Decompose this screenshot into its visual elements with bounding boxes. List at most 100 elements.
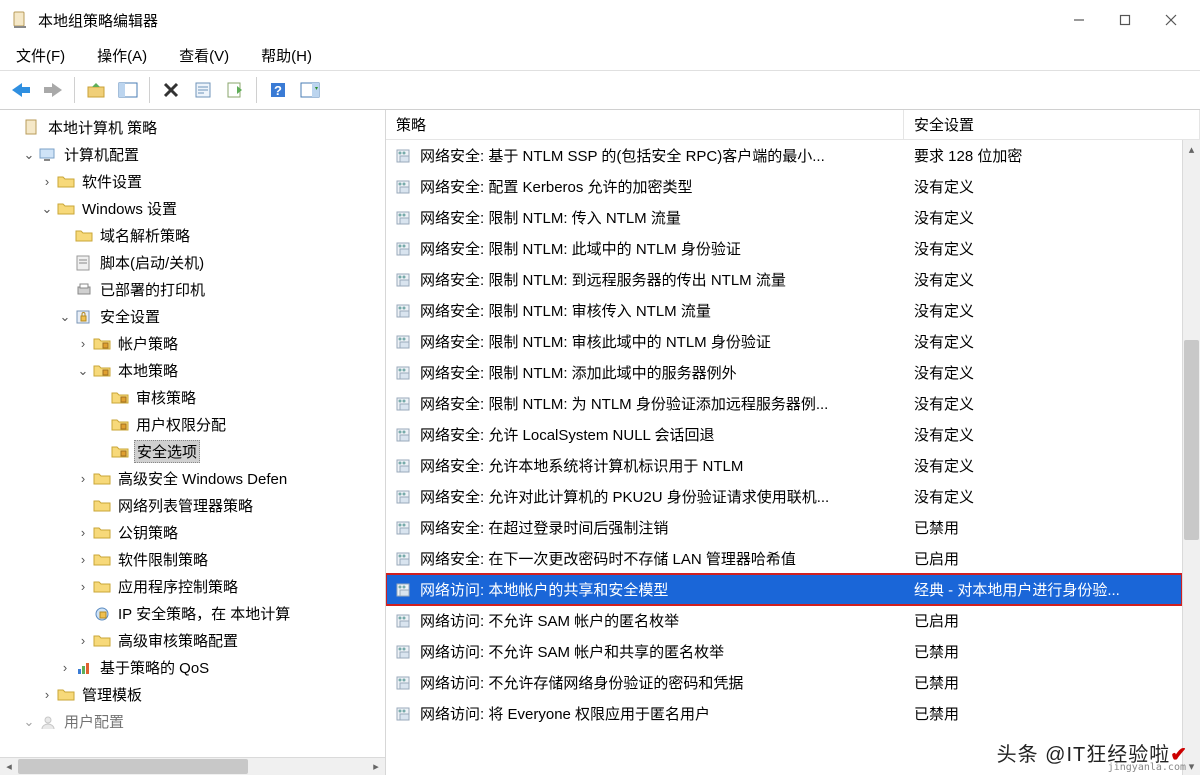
tree-admin-templates[interactable]: › 管理模板 (4, 681, 385, 708)
watermark-url: jingyanla.com (1108, 762, 1186, 773)
tree-local-policy[interactable]: ⌄ 本地策略 (4, 357, 385, 384)
column-policy[interactable]: 策略 (386, 110, 904, 139)
tree-advanced-audit[interactable]: › 高级审核策略配置 (4, 627, 385, 654)
policy-row[interactable]: 网络安全: 限制 NTLM: 到远程服务器的传出 NTLM 流量没有定义 (386, 264, 1182, 295)
policy-row[interactable]: 网络安全: 限制 NTLM: 为 NTLM 身份验证添加远程服务器例...没有定… (386, 388, 1182, 419)
policy-icon (392, 148, 416, 164)
policy-row[interactable]: 网络安全: 允许 LocalSystem NULL 会话回退没有定义 (386, 419, 1182, 450)
tree-root[interactable]: ▾ 本地计算机 策略 (4, 114, 385, 141)
back-button[interactable] (6, 75, 36, 105)
policy-row[interactable]: 网络安全: 限制 NTLM: 传入 NTLM 流量没有定义 (386, 202, 1182, 233)
security-icon (74, 307, 94, 327)
tree-software-settings[interactable]: › 软件设置 (4, 168, 385, 195)
tree-windows-settings[interactable]: ⌄ Windows 设置 (4, 195, 385, 222)
policy-row[interactable]: 网络安全: 允许对此计算机的 PKU2U 身份验证请求使用联机...没有定义 (386, 481, 1182, 512)
titlebar: 本地组策略编辑器 (0, 0, 1200, 40)
folder-icon (56, 685, 76, 705)
policy-row[interactable]: 网络安全: 在下一次更改密码时不存储 LAN 管理器哈希值已启用 (386, 543, 1182, 574)
policy-name: 网络安全: 配置 Kerberos 允许的加密类型 (416, 176, 904, 197)
policy-row[interactable]: 网络访问: 不允许存储网络身份验证的密码和凭据已禁用 (386, 667, 1182, 698)
scroll-thumb[interactable] (18, 759, 248, 774)
tree-scripts[interactable]: 脚本(启动/关机) (4, 249, 385, 276)
policy-row[interactable]: 网络安全: 限制 NTLM: 审核此域中的 NTLM 身份验证没有定义 (386, 326, 1182, 357)
tree-app-control[interactable]: › 应用程序控制策略 (4, 573, 385, 600)
maximize-button[interactable] (1102, 2, 1148, 38)
tree-security-settings[interactable]: ⌄ 安全设置 (4, 303, 385, 330)
policy-row[interactable]: 网络访问: 本地帐户的共享和安全模型经典 - 对本地用户进行身份验... (386, 574, 1182, 605)
ipsec-icon (92, 604, 112, 624)
show-hide-tree-button[interactable] (113, 75, 143, 105)
help-button[interactable]: ? (263, 75, 293, 105)
tree-computer-config[interactable]: ⌄ 计算机配置 (4, 141, 385, 168)
tree[interactable]: ▾ 本地计算机 策略 ⌄ 计算机配置 › 软件设置 ⌄ Windows 设置 (0, 110, 385, 735)
tree-qos[interactable]: › 基于策略的 QoS (4, 654, 385, 681)
tree-software-restriction[interactable]: › 软件限制策略 (4, 546, 385, 573)
list-body[interactable]: 网络安全: 基于 NTLM SSP 的(包括安全 RPC)客户端的最小...要求… (386, 140, 1182, 775)
menu-view[interactable]: 查看(V) (171, 43, 237, 68)
menu-file[interactable]: 文件(F) (8, 43, 73, 68)
policy-name: 网络安全: 限制 NTLM: 传入 NTLM 流量 (416, 207, 904, 228)
policy-row[interactable]: 网络安全: 允许本地系统将计算机标识用于 NTLM没有定义 (386, 450, 1182, 481)
folder-icon (92, 496, 112, 516)
forward-button[interactable] (38, 75, 68, 105)
properties-button[interactable] (188, 75, 218, 105)
policy-setting: 已禁用 (904, 641, 1182, 662)
list-vscrollbar[interactable]: ▴ ▾ (1182, 140, 1200, 775)
scroll-right-icon[interactable]: ▸ (367, 758, 385, 775)
policy-icon (392, 644, 416, 660)
computer-icon (38, 145, 58, 165)
policy-name: 网络安全: 限制 NTLM: 审核此域中的 NTLM 身份验证 (416, 331, 904, 352)
export-button[interactable] (220, 75, 250, 105)
minimize-button[interactable] (1056, 2, 1102, 38)
column-setting[interactable]: 安全设置 (904, 110, 1200, 139)
toolbar-separator (149, 77, 150, 103)
policy-row[interactable]: 网络安全: 限制 NTLM: 添加此域中的服务器例外没有定义 (386, 357, 1182, 388)
scroll-left-icon[interactable]: ◂ (0, 758, 18, 775)
scroll-thumb[interactable] (1184, 340, 1199, 540)
window-title: 本地组策略编辑器 (38, 10, 1056, 31)
tree-audit-policy[interactable]: 审核策略 (4, 384, 385, 411)
list-header: 策略 安全设置 (386, 110, 1200, 140)
tree-user-rights[interactable]: 用户权限分配 (4, 411, 385, 438)
policy-setting: 没有定义 (904, 362, 1182, 383)
up-button[interactable] (81, 75, 111, 105)
policy-icon (392, 365, 416, 381)
tree-deployed-printers[interactable]: 已部署的打印机 (4, 276, 385, 303)
tree-hscrollbar[interactable]: ◂ ▸ (0, 757, 385, 775)
folder-lock-icon (92, 361, 112, 381)
policy-setting: 没有定义 (904, 424, 1182, 445)
policy-row[interactable]: 网络访问: 将 Everyone 权限应用于匿名用户已禁用 (386, 698, 1182, 729)
policy-name: 网络访问: 将 Everyone 权限应用于匿名用户 (416, 703, 904, 724)
menu-help[interactable]: 帮助(H) (253, 43, 320, 68)
policy-icon (392, 303, 416, 319)
policy-row[interactable]: 网络安全: 限制 NTLM: 此域中的 NTLM 身份验证没有定义 (386, 233, 1182, 264)
policy-row[interactable]: 网络访问: 不允许 SAM 帐户的匿名枚举已启用 (386, 605, 1182, 636)
tree-dns-policy[interactable]: 域名解析策略 (4, 222, 385, 249)
policy-setting: 没有定义 (904, 331, 1182, 352)
policy-icon (392, 675, 416, 691)
policy-row[interactable]: 网络安全: 在超过登录时间后强制注销已禁用 (386, 512, 1182, 543)
tree-public-key[interactable]: › 公钥策略 (4, 519, 385, 546)
policy-setting: 没有定义 (904, 207, 1182, 228)
scroll-up-icon[interactable]: ▴ (1183, 140, 1200, 158)
folder-icon (74, 226, 94, 246)
delete-button[interactable] (156, 75, 186, 105)
policy-icon (392, 551, 416, 567)
policy-name: 网络安全: 限制 NTLM: 为 NTLM 身份验证添加远程服务器例... (416, 393, 904, 414)
tree-network-list[interactable]: 网络列表管理器策略 (4, 492, 385, 519)
tree-user-config[interactable]: ⌄ 用户配置 (4, 708, 385, 735)
policy-row[interactable]: 网络访问: 不允许 SAM 帐户和共享的匿名枚举已禁用 (386, 636, 1182, 667)
policy-icon (392, 489, 416, 505)
menu-action[interactable]: 操作(A) (89, 43, 155, 68)
policy-setting: 没有定义 (904, 238, 1182, 259)
policy-row[interactable]: 网络安全: 配置 Kerberos 允许的加密类型没有定义 (386, 171, 1182, 202)
tree-account-policy[interactable]: › 帐户策略 (4, 330, 385, 357)
tree-security-options[interactable]: 安全选项 (4, 438, 385, 465)
tree-advanced-firewall[interactable]: › 高级安全 Windows Defen (4, 465, 385, 492)
folder-icon (56, 199, 76, 219)
policy-row[interactable]: 网络安全: 限制 NTLM: 审核传入 NTLM 流量没有定义 (386, 295, 1182, 326)
tree-ip-security[interactable]: IP 安全策略，在 本地计算 (4, 600, 385, 627)
close-button[interactable] (1148, 2, 1194, 38)
filter-button[interactable] (295, 75, 325, 105)
policy-row[interactable]: 网络安全: 基于 NTLM SSP 的(包括安全 RPC)客户端的最小...要求… (386, 140, 1182, 171)
